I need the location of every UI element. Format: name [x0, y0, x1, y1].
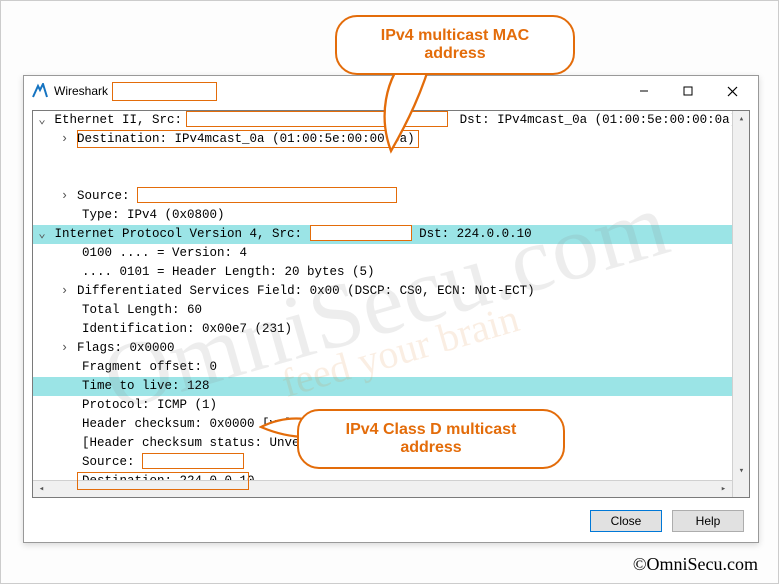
close-button[interactable]: Close [590, 510, 662, 532]
ip-dscp-text: Differentiated Services Field: 0x00 (DSC… [77, 284, 535, 298]
title-redaction-box [112, 82, 217, 101]
eth-dest-text: Destination: IPv4mcast_0a (01:00:5e:00:0… [77, 132, 415, 146]
ip-flags-text: Flags: 0x0000 [77, 341, 175, 355]
minimize-icon [639, 86, 649, 96]
eth-src-text: Source: [77, 189, 130, 203]
tree-row-ip-header[interactable]: ⌄ Internet Protocol Version 4, Src: Dst:… [33, 225, 749, 244]
close-window-button[interactable] [710, 77, 754, 105]
ip-head-text: Internet Protocol Version 4, Src: [55, 227, 303, 241]
ip-ttl-text: Time to live: 128 [82, 379, 210, 393]
ip-src-redaction [310, 225, 412, 241]
scroll-right-button[interactable]: ▸ [715, 481, 732, 498]
ip-tlen-text: Total Length: 60 [82, 303, 202, 317]
minimize-button[interactable] [622, 77, 666, 105]
callout-classd: IPv4 Class D multicast address [297, 409, 565, 469]
vertical-scrollbar[interactable]: ▴ ▾ [732, 111, 749, 497]
tree-row-ip-flags[interactable]: › Flags: 0x0000 [33, 339, 749, 358]
chevron-right-icon: › [60, 130, 70, 149]
ip-ver-text: 0100 .... = Version: 4 [82, 246, 247, 260]
tree-row-ip-ttl[interactable]: Time to live: 128 [33, 377, 749, 396]
chevron-right-icon: › [60, 339, 70, 358]
horizontal-scrollbar[interactable]: ◂ ▸ [33, 480, 732, 497]
scroll-left-button[interactable]: ◂ [33, 481, 50, 498]
chevron-down-icon: ⌄ [37, 111, 47, 130]
ip-hlen-text: .... 0101 = Header Length: 20 bytes (5) [82, 265, 375, 279]
callout-classd-text: IPv4 Class D multicast address [346, 421, 517, 456]
tree-row-ip-version[interactable]: 0100 .... = Version: 4 [33, 244, 749, 263]
maximize-icon [683, 86, 693, 96]
close-button-label: Close [611, 514, 642, 528]
eth-src-value-redaction [137, 187, 397, 203]
tree-row-ip-dscp[interactable]: › Differentiated Services Field: 0x00 (D… [33, 282, 749, 301]
chevron-down-icon: ⌄ [37, 225, 47, 244]
eth-type-text: Type: IPv4 (0x0800) [82, 208, 225, 222]
scroll-down-button[interactable]: ▾ [733, 463, 750, 480]
window-title: Wireshark [54, 84, 108, 98]
ip-proto-text: Protocol: ICMP (1) [82, 398, 217, 412]
eth-dst-tail: Dst: IPv4mcast_0a (01:00:5e:00:00:0a) [460, 113, 738, 127]
wireshark-icon [32, 83, 48, 99]
maximize-button[interactable] [666, 77, 710, 105]
chevron-right-icon: › [60, 282, 70, 301]
chevron-right-icon: › [60, 187, 70, 206]
tree-row-ip-hlen[interactable]: .... 0101 = Header Length: 20 bytes (5) [33, 263, 749, 282]
ip-id-text: Identification: 0x00e7 (231) [82, 322, 292, 336]
help-button[interactable]: Help [672, 510, 744, 532]
tree-row-ip-tlen[interactable]: Total Length: 60 [33, 301, 749, 320]
close-icon [727, 86, 738, 97]
dialog-buttons: Close Help [24, 498, 758, 532]
tree-row-ip-frag[interactable]: Fragment offset: 0 [33, 358, 749, 377]
tree-row-eth-source[interactable]: › Source: [33, 187, 749, 206]
eth-label: Ethernet II, Src: [55, 113, 183, 127]
help-button-label: Help [696, 514, 721, 528]
callout-mac: IPv4 multicast MAC address [335, 15, 575, 75]
scroll-up-button[interactable]: ▴ [733, 111, 750, 128]
tree-row-ip-id[interactable]: Identification: 0x00e7 (231) [33, 320, 749, 339]
ip-head-tail: Dst: 224.0.0.10 [419, 227, 532, 241]
ip-src-text: Source: [82, 455, 135, 469]
copyright: ©OmniSecu.com [633, 554, 758, 575]
callout-mac-text: IPv4 multicast MAC address [381, 27, 529, 62]
ip-src-value-redaction [142, 453, 244, 469]
tree-row-eth-type[interactable]: Type: IPv4 (0x0800) [33, 206, 749, 225]
ip-frag-text: Fragment offset: 0 [82, 360, 217, 374]
